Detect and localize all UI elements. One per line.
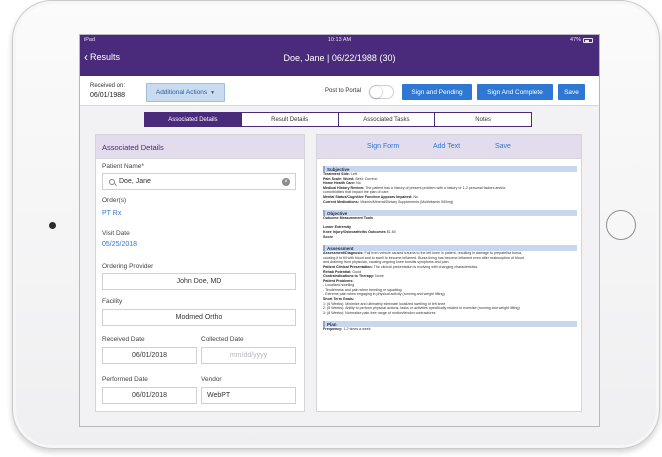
ordering-provider-field[interactable]: John Doe, MD: [102, 273, 296, 290]
sign-form-button[interactable]: Sign Form: [367, 143, 399, 150]
add-text-button[interactable]: Add Text: [433, 143, 460, 150]
facility-field[interactable]: Modmed Ortho: [102, 309, 296, 326]
tablet-frame: iPad 10:13 AM 47% ‹ Results Doe, Jane | …: [12, 0, 660, 449]
action-bar: Received on: 06/01/1988 Additional Actio…: [80, 76, 599, 106]
visit-date-value[interactable]: 05/25/2018: [102, 241, 137, 248]
status-bar: iPad 10:13 AM 47%: [80, 35, 599, 46]
caret-down-icon: ▼: [210, 89, 216, 96]
clear-icon[interactable]: ×: [282, 178, 290, 186]
patient-name-label: Patient Name*: [102, 163, 144, 170]
battery-percent: 47%: [569, 37, 581, 43]
received-date-field[interactable]: 06/01/2018: [102, 347, 197, 364]
panel-header: Associated Details: [96, 135, 304, 159]
ordering-provider-label: Ordering Provider: [102, 263, 154, 270]
patient-name-field[interactable]: Doe, Jane ×: [102, 173, 296, 190]
additional-actions-label: Additional Actions: [155, 89, 208, 96]
vendor-field[interactable]: WebPT: [201, 387, 296, 404]
vendor-label: Vendor: [201, 376, 222, 383]
battery-icon: [583, 37, 593, 43]
tab-bar: Associated Details Result Details Associ…: [144, 112, 532, 127]
visit-date-label: Visit Date: [102, 230, 130, 237]
tab-associated-tasks[interactable]: Associated Tasks: [339, 113, 436, 126]
home-button[interactable]: [606, 210, 636, 240]
post-to-portal-label: Post to Portal: [325, 88, 362, 94]
document-toolbar: Sign Form Add Text Save: [317, 135, 581, 159]
document-preview: Subjective Treatment Side: Left Pain Scale…: [323, 163, 577, 335]
camera-icon: [49, 222, 56, 229]
tab-associated-details[interactable]: Associated Details: [145, 113, 242, 126]
facility-label: Facility: [102, 298, 123, 305]
toggle-knob: [370, 86, 382, 98]
tab-notes[interactable]: Notes: [435, 113, 531, 126]
associated-details-panel: Associated Details Patient Name* Doe, Ja…: [95, 134, 305, 412]
search-icon: [109, 178, 115, 185]
document-panel: Sign Form Add Text Save Subjective Treatm…: [316, 134, 582, 412]
patient-name-value: Doe, Jane: [119, 178, 151, 185]
top-bar: iPad 10:13 AM 47% ‹ Results Doe, Jane | …: [80, 35, 599, 76]
additional-actions-button[interactable]: Additional Actions ▼: [146, 83, 225, 102]
nav-row: ‹ Results Doe, Jane | 06/22/1988 (30): [80, 46, 599, 76]
tab-result-details[interactable]: Result Details: [242, 113, 339, 126]
orders-label: Order(s): [102, 197, 127, 204]
clock: 10:13 AM: [327, 37, 352, 43]
document-save-button[interactable]: Save: [495, 143, 511, 150]
app-screen: iPad 10:13 AM 47% ‹ Results Doe, Jane | …: [79, 34, 600, 427]
sign-and-pending-button[interactable]: Sign and Pending: [402, 84, 472, 100]
post-to-portal-toggle[interactable]: [369, 85, 394, 99]
collected-date-field[interactable]: mm/dd/yyyy: [201, 347, 296, 364]
orders-link[interactable]: PT Rx: [102, 210, 121, 217]
received-on-label: Received on:: [90, 83, 126, 89]
page-title: Doe, Jane | 06/22/1988 (30): [283, 53, 396, 63]
received-date-label: Received Date: [102, 336, 145, 343]
sign-and-complete-button[interactable]: Sign And Complete: [477, 84, 553, 100]
performed-date-field[interactable]: 06/01/2018: [102, 387, 197, 404]
save-button[interactable]: Save: [558, 84, 585, 100]
battery-indicator: 47%: [570, 37, 593, 43]
received-on-date: 06/01/1988: [90, 92, 126, 99]
collected-date-label: Collected Date: [201, 336, 244, 343]
performed-date-label: Performed Date: [102, 376, 148, 383]
